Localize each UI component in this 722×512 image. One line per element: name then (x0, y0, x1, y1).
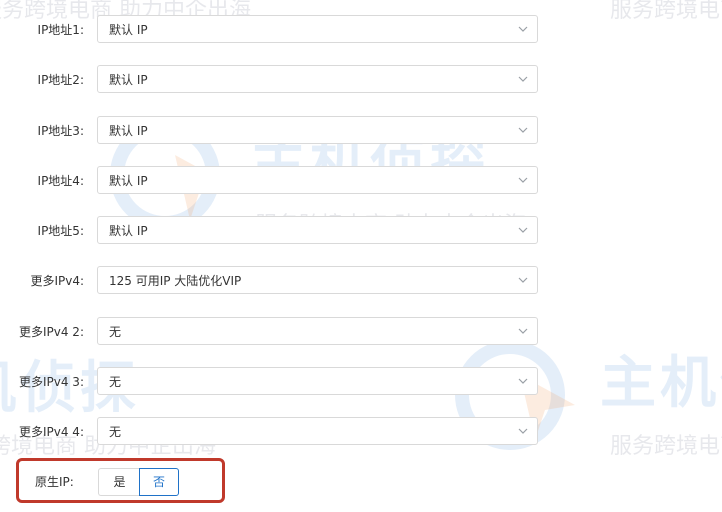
ip-address-1-value: 默认 IP (109, 23, 148, 37)
ip-address-4-select[interactable]: 默认 IP (97, 166, 538, 194)
ip-address-4-value: 默认 IP (109, 174, 148, 188)
ip-address-1-label: IP地址1: (37, 23, 84, 37)
chevron-down-icon (517, 325, 529, 337)
more-ipv4-value: 125 可用IP 大陆优化VIP (109, 274, 242, 288)
chevron-down-icon (517, 124, 529, 136)
ip-address-4-row: IP地址4: 默认 IP (0, 166, 545, 196)
more-ipv4-2-label: 更多IPv4 2: (18, 325, 84, 339)
ip-address-2-row: IP地址2: 默认 IP (0, 65, 545, 95)
ip-address-3-label: IP地址3: (37, 124, 84, 138)
more-ipv4-3-row: 更多IPv4 3: 无 (0, 367, 545, 397)
ip-address-3-row: IP地址3: 默认 IP (0, 116, 545, 146)
watermark-slogan-text: 服务跨境电商 助力中企出海 (610, 0, 722, 23)
watermark-slogan-text: 服务跨境电商 助力中企出海 (610, 434, 722, 459)
more-ipv4-2-select[interactable]: 无 (97, 317, 538, 345)
chevron-down-icon (517, 375, 529, 387)
ip-address-2-label: IP地址2: (37, 73, 84, 87)
native-ip-yes-button[interactable]: 是 (98, 468, 140, 496)
ip-address-5-value: 默认 IP (109, 224, 148, 238)
ip-address-4-label: IP地址4: (37, 174, 84, 188)
ip-address-3-value: 默认 IP (109, 124, 148, 138)
watermark-brand-text: 主机侦探 (600, 351, 722, 416)
more-ipv4-row: 更多IPv4: 125 可用IP 大陆优化VIP (0, 266, 545, 296)
more-ipv4-2-row: 更多IPv4 2: 无 (0, 317, 545, 347)
more-ipv4-select[interactable]: 125 可用IP 大陆优化VIP (97, 266, 538, 294)
chevron-down-icon (517, 174, 529, 186)
more-ipv4-4-row: 更多IPv4 4: 无 (0, 417, 545, 447)
chevron-down-icon (517, 73, 529, 85)
ip-address-3-select[interactable]: 默认 IP (97, 116, 538, 144)
more-ipv4-3-label: 更多IPv4 3: (18, 375, 84, 389)
more-ipv4-2-value: 无 (109, 325, 122, 339)
ip-address-5-label: IP地址5: (37, 224, 84, 238)
ip-address-5-row: IP地址5: 默认 IP (0, 216, 545, 246)
ip-address-2-select[interactable]: 默认 IP (97, 65, 538, 93)
ip-address-5-select[interactable]: 默认 IP (97, 216, 538, 244)
ip-address-1-select[interactable]: 默认 IP (97, 15, 538, 43)
more-ipv4-4-select[interactable]: 无 (97, 417, 538, 445)
chevron-down-icon (517, 274, 529, 286)
native-ip-no-button[interactable]: 否 (139, 468, 179, 496)
more-ipv4-3-value: 无 (109, 375, 122, 389)
more-ipv4-4-value: 无 (109, 425, 122, 439)
ip-address-1-row: IP地址1: 默认 IP (0, 15, 545, 45)
chevron-down-icon (517, 224, 529, 236)
chevron-down-icon (517, 23, 529, 35)
native-ip-label: 原生IP: (35, 475, 74, 489)
more-ipv4-3-select[interactable]: 无 (97, 367, 538, 395)
more-ipv4-4-label: 更多IPv4 4: (18, 425, 84, 439)
chevron-down-icon (517, 425, 529, 437)
more-ipv4-label: 更多IPv4: (30, 274, 84, 288)
ip-address-2-value: 默认 IP (109, 73, 148, 87)
